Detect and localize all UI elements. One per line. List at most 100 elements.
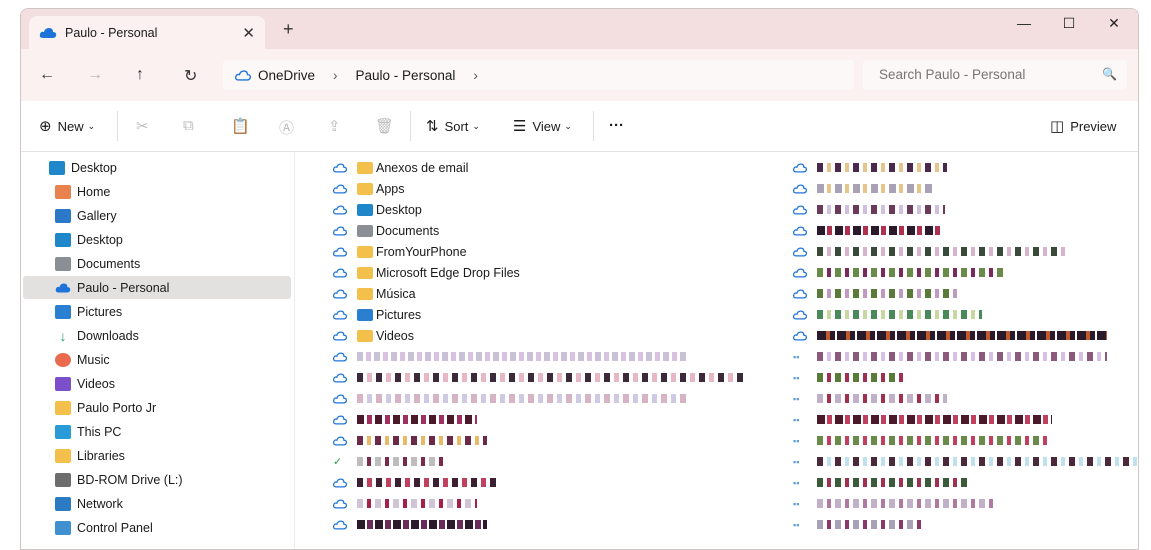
drive-icon xyxy=(55,472,71,487)
rename-icon: Ⓐ xyxy=(279,120,295,137)
sidebar-item-pictures[interactable]: Pictures xyxy=(55,300,122,323)
divider xyxy=(410,111,411,141)
search-input[interactable] xyxy=(877,66,1101,83)
file-item-fromyourphone[interactable]: FromYourPhone xyxy=(333,241,467,262)
list-item[interactable]: ▪▪ xyxy=(793,472,967,493)
sidebar-item-bd-rom-drive[interactable]: BD-ROM Drive (L:) xyxy=(55,468,183,491)
file-item-apps[interactable]: Apps xyxy=(333,178,405,199)
file-item-videos[interactable]: Videos xyxy=(333,325,414,346)
list-item[interactable] xyxy=(793,220,942,241)
cloud-status-icon xyxy=(793,183,807,194)
sync-status-icon: ▪▪ xyxy=(793,477,800,488)
file-item-anexos-de-email[interactable]: Anexos de email xyxy=(333,157,468,178)
new-button[interactable]: ⊕ New ⌄ xyxy=(39,117,95,135)
breadcrumb-paulo-personal[interactable]: Paulo - Personal xyxy=(356,68,456,83)
cloud-status-icon xyxy=(793,204,807,215)
file-item-desktop[interactable]: Desktop xyxy=(333,199,422,220)
pixelated-filename xyxy=(817,436,1047,445)
sidebar-item-documents[interactable]: Documents xyxy=(55,252,140,275)
synced-check-icon: ✓ xyxy=(333,455,343,468)
sync-status-icon: ▪▪ xyxy=(793,372,800,383)
breadcrumb-chevron-icon[interactable]: › xyxy=(333,68,338,83)
documents-icon xyxy=(357,224,373,237)
tab-paulo-personal[interactable]: Paulo - Personal ✕ xyxy=(29,16,265,49)
address-bar[interactable]: OneDrive › Paulo - Personal › xyxy=(223,60,854,90)
close-tab-icon[interactable]: ✕ xyxy=(242,24,255,42)
preview-button[interactable]: ◫ Preview xyxy=(1050,117,1116,135)
more-options-button[interactable]: ··· xyxy=(609,117,624,134)
list-item[interactable] xyxy=(793,262,1007,283)
view-button[interactable]: ☰ View ⌄ xyxy=(513,117,572,135)
sidebar-item-desktop-root[interactable]: Desktop xyxy=(49,156,117,179)
sidebar-item-desktop[interactable]: Desktop xyxy=(55,228,123,251)
folder-icon xyxy=(357,161,373,174)
pixelated-filename xyxy=(817,373,907,382)
list-item[interactable]: ▪▪ xyxy=(793,451,1137,472)
share-button[interactable]: ⇪ xyxy=(328,117,347,135)
list-item[interactable] xyxy=(333,409,477,430)
list-item[interactable] xyxy=(333,430,487,451)
list-item[interactable]: ▪▪ xyxy=(793,346,1107,367)
list-item[interactable] xyxy=(793,157,947,178)
list-item[interactable] xyxy=(793,325,1107,346)
list-item[interactable]: ▪▪ xyxy=(793,493,997,514)
folder-icon xyxy=(357,245,373,258)
maximize-icon[interactable]: ☐ xyxy=(1054,15,1084,32)
cloud-status-icon xyxy=(333,393,347,404)
cloud-status-icon xyxy=(333,519,347,530)
list-item[interactable] xyxy=(793,283,957,304)
sidebar-item-paulo-personal[interactable]: Paulo - Personal xyxy=(23,276,291,299)
list-item[interactable] xyxy=(793,178,932,199)
list-item[interactable]: ▪▪ xyxy=(793,409,1052,430)
rename-button[interactable]: Ⓐ xyxy=(279,117,300,138)
sidebar-item-paulo-porto-jr[interactable]: Paulo Porto Jr xyxy=(55,396,156,419)
list-item[interactable] xyxy=(793,241,1067,262)
folder-icon xyxy=(357,182,373,195)
list-item[interactable] xyxy=(333,493,477,514)
paste-button[interactable]: 📋 xyxy=(231,117,256,135)
list-item[interactable]: ▪▪ xyxy=(793,430,1047,451)
list-item[interactable]: ✓ xyxy=(333,451,445,472)
list-item[interactable] xyxy=(333,472,497,493)
refresh-icon[interactable]: ↻ xyxy=(184,66,197,86)
copy-button[interactable]: ⧉ xyxy=(183,117,200,134)
cut-button[interactable]: ✂ xyxy=(136,117,155,135)
list-item[interactable] xyxy=(333,346,687,367)
pictures-icon xyxy=(357,308,373,321)
search-box[interactable]: 🔍 xyxy=(863,60,1127,90)
sidebar-item-downloads[interactable]: ↓ Downloads xyxy=(55,324,139,347)
file-item-pictures[interactable]: Pictures xyxy=(333,304,421,325)
list-item[interactable]: ▪▪ xyxy=(793,514,922,535)
tab-title: Paulo - Personal xyxy=(65,25,158,40)
list-item[interactable] xyxy=(333,514,487,535)
breadcrumb-onedrive[interactable]: OneDrive xyxy=(258,68,315,83)
new-tab-icon[interactable]: + xyxy=(283,19,294,40)
sidebar-item-videos[interactable]: Videos xyxy=(55,372,115,395)
sidebar-item-gallery[interactable]: Gallery xyxy=(55,204,117,227)
cloud-status-icon xyxy=(793,267,807,278)
file-item-microsoft-edge-drop-files[interactable]: Microsoft Edge Drop Files xyxy=(333,262,520,283)
forward-arrow-icon[interactable]: → xyxy=(87,66,103,84)
list-item[interactable]: ▪▪ xyxy=(793,388,947,409)
minimize-icon[interactable]: — xyxy=(1009,15,1039,31)
list-item[interactable] xyxy=(793,199,945,220)
close-window-icon[interactable]: ✕ xyxy=(1099,15,1129,32)
delete-button[interactable]: 🗑 xyxy=(375,117,400,135)
file-item-musica[interactable]: Música xyxy=(333,283,416,304)
sidebar-item-this-pc[interactable]: This PC xyxy=(55,420,121,443)
back-arrow-icon[interactable]: ← xyxy=(39,66,55,84)
list-item[interactable]: ▪▪ xyxy=(793,367,907,388)
list-item[interactable] xyxy=(333,367,747,388)
sidebar-item-libraries[interactable]: Libraries xyxy=(55,444,125,467)
list-item[interactable] xyxy=(333,388,687,409)
file-item-documents[interactable]: Documents xyxy=(333,220,439,241)
search-icon: 🔍 xyxy=(1102,67,1117,81)
sidebar-item-control-panel[interactable]: Control Panel xyxy=(55,516,153,539)
sidebar-item-music[interactable]: Music xyxy=(55,348,110,371)
sidebar-item-network[interactable]: Network xyxy=(55,492,123,515)
sort-button[interactable]: ⇅ Sort ⌄ xyxy=(426,117,480,135)
breadcrumb-chevron-icon[interactable]: › xyxy=(473,68,478,83)
list-item[interactable] xyxy=(793,304,982,325)
sidebar-item-home[interactable]: Home xyxy=(55,180,110,203)
up-arrow-icon[interactable]: ↑ xyxy=(136,66,144,84)
